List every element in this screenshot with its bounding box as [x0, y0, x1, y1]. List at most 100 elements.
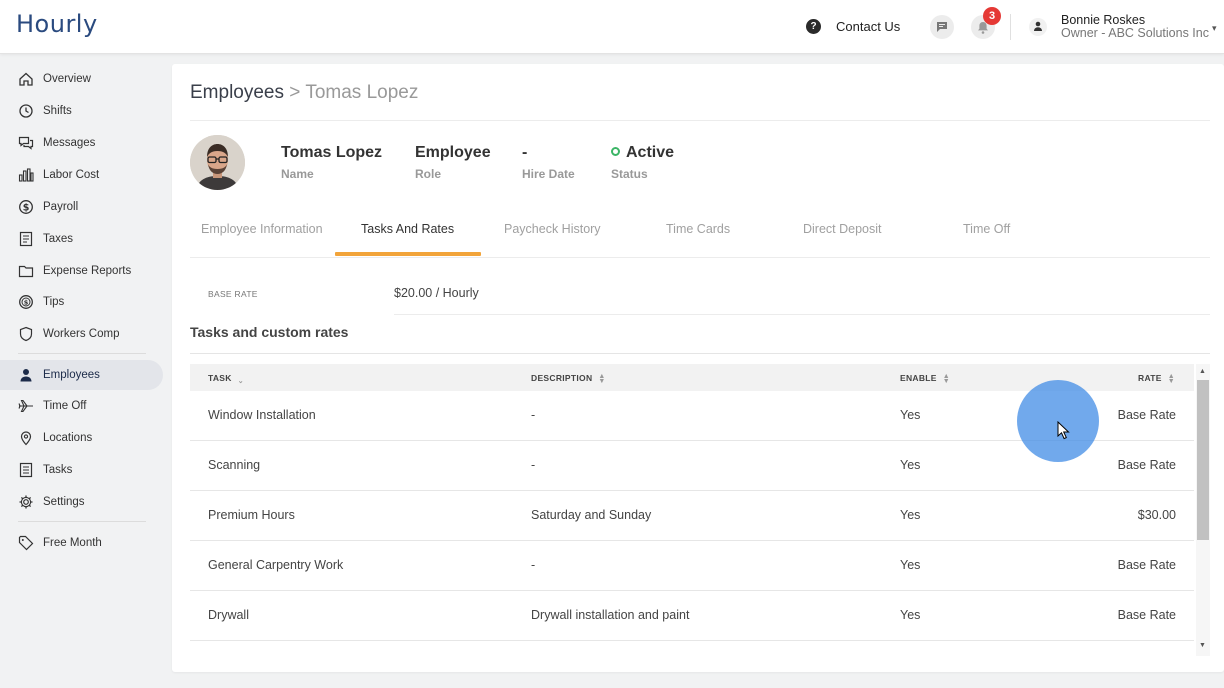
scroll-down-icon[interactable]: ▼	[1199, 642, 1206, 649]
sidebar-item-label: Tasks	[43, 464, 73, 476]
sidebar-item-shifts[interactable]: Shifts	[0, 96, 163, 126]
employee-name-field: Tomas Lopez Name	[281, 144, 382, 181]
tab-paycheck-history[interactable]: Paycheck History	[504, 222, 601, 258]
sidebar-item-locations[interactable]: Locations	[0, 423, 163, 453]
employee-role: Employee	[415, 144, 491, 161]
dollar-icon: $	[19, 200, 33, 214]
breadcrumb: Employees > Tomas Lopez	[190, 82, 418, 104]
sidebar-item-label: Shifts	[43, 105, 72, 117]
sidebar-item-label: Overview	[43, 73, 91, 85]
tab-employee-information[interactable]: Employee Information	[201, 222, 323, 258]
status-label: Status	[611, 167, 648, 181]
sidebar-item-label: Tips	[43, 296, 65, 308]
header-divider	[1010, 14, 1011, 40]
sidebar-item-tips[interactable]: $ Tips	[0, 287, 163, 317]
scroll-up-icon[interactable]: ▲	[1199, 368, 1206, 375]
task-name: General Carpentry Work	[208, 558, 344, 572]
sort-desc-icon[interactable]: ⌄	[238, 378, 244, 385]
chat-icon[interactable]	[930, 15, 954, 39]
table-row[interactable]: Drywall Drywall installation and paint Y…	[190, 591, 1194, 641]
tab-direct-deposit[interactable]: Direct Deposit	[803, 222, 882, 258]
column-header-description[interactable]: DESCRIPTION ▲ ▼	[531, 373, 606, 385]
employee-role-label: Role	[415, 167, 442, 181]
column-header-rate[interactable]: RATE ▲ ▼	[1138, 373, 1175, 385]
task-description: -	[531, 458, 536, 472]
task-enable: Yes	[900, 508, 921, 522]
user-menu-caret-icon[interactable]: ▾	[1212, 23, 1217, 34]
sidebar-item-label: Locations	[43, 432, 93, 444]
hire-date-label: Hire Date	[522, 167, 575, 181]
sidebar-item-payroll[interactable]: $ Payroll	[0, 192, 163, 222]
task-enable: Yes	[900, 608, 921, 622]
sidebar-item-expense-reports[interactable]: Expense Reports	[0, 256, 163, 286]
bar-chart-icon	[18, 168, 34, 182]
sidebar-item-settings[interactable]: Settings	[0, 487, 163, 517]
tag-icon	[18, 535, 34, 551]
task-description: Drywall installation and paint	[531, 608, 690, 622]
divider	[190, 353, 1210, 354]
status-value: Active	[626, 144, 675, 161]
task-rate: Base Rate	[1117, 558, 1176, 572]
messages-icon	[18, 136, 34, 150]
notification-badge: 3	[983, 7, 1001, 25]
task-enable: Yes	[900, 458, 921, 472]
active-tab-indicator	[335, 252, 481, 256]
svg-text:$: $	[24, 299, 29, 307]
task-rate: Base Rate	[1117, 408, 1176, 422]
task-rate: $30.00	[1137, 508, 1176, 522]
hire-date: -	[522, 144, 528, 161]
status-field: Active Status	[611, 144, 674, 181]
scrollbar-thumb[interactable]	[1197, 380, 1209, 540]
sort-icon[interactable]: ▲ ▼	[1168, 373, 1175, 385]
column-header-task[interactable]: TASK ⌄	[208, 373, 244, 385]
sidebar-item-messages[interactable]: Messages	[0, 128, 163, 158]
mouse-cursor-icon	[1057, 421, 1070, 440]
sidebar-item-label: Messages	[43, 137, 96, 149]
task-name: Premium Hours	[208, 508, 295, 522]
tasks-section-title: Tasks and custom rates	[190, 324, 349, 340]
employee-name-label: Name	[281, 167, 314, 181]
sidebar-item-workers-comp[interactable]: Workers Comp	[0, 319, 163, 349]
sidebar-item-labor-cost[interactable]: Labor Cost	[0, 160, 163, 190]
user-avatar[interactable]	[1029, 18, 1047, 36]
task-enable: Yes	[900, 558, 921, 572]
sidebar-item-label: Taxes	[43, 233, 74, 245]
shield-icon	[19, 326, 33, 342]
gear-icon	[19, 495, 33, 509]
folder-icon	[18, 265, 34, 278]
sort-icon[interactable]: ▲ ▼	[943, 373, 950, 385]
sidebar: Overview Shifts Messages Labor Cost $ Pa…	[0, 54, 164, 688]
user-name[interactable]: Bonnie Roskes	[1061, 13, 1145, 27]
divider	[190, 120, 1210, 121]
app-logo[interactable]: Hourly	[16, 10, 98, 38]
sidebar-item-tasks[interactable]: Tasks	[0, 455, 163, 485]
task-description: -	[531, 558, 536, 572]
sidebar-item-taxes[interactable]: Taxes	[0, 224, 163, 254]
tab-time-cards[interactable]: Time Cards	[666, 222, 730, 258]
document-icon	[19, 231, 33, 247]
user-role: Owner - ABC Solutions Inc	[1061, 26, 1209, 40]
contact-us-link[interactable]: Contact Us	[836, 19, 900, 34]
table-row[interactable]: Premium Hours Saturday and Sunday Yes $3…	[190, 491, 1194, 541]
employee-role-field: Employee Role	[415, 144, 491, 181]
status-dot-icon	[611, 147, 620, 156]
sort-icon[interactable]: ▲ ▼	[598, 373, 605, 385]
breadcrumb-employees-link[interactable]: Employees	[190, 82, 284, 103]
breadcrumb-separator: >	[289, 82, 301, 103]
sidebar-item-overview[interactable]: Overview	[0, 64, 163, 94]
task-enable: Yes	[900, 408, 921, 422]
help-icon[interactable]: ?	[806, 19, 821, 34]
column-header-enable[interactable]: ENABLE ▲ ▼	[900, 373, 950, 385]
breadcrumb-current: Tomas Lopez	[305, 82, 419, 103]
sidebar-item-time-off[interactable]: Time Off	[0, 391, 163, 421]
sidebar-item-free-month[interactable]: Free Month	[0, 528, 163, 558]
sidebar-item-label: Workers Comp	[43, 328, 120, 340]
tab-time-off[interactable]: Time Off	[963, 222, 1010, 258]
task-name: Scanning	[208, 458, 261, 472]
base-rate-value[interactable]: $20.00 / Hourly	[394, 286, 479, 300]
top-bar: Hourly ? Contact Us 3 Bonnie Roskes Owne…	[0, 0, 1224, 54]
sidebar-divider	[18, 521, 146, 522]
table-row[interactable]: General Carpentry Work - Yes Base Rate	[190, 541, 1194, 591]
sidebar-item-label: Time Off	[43, 400, 87, 412]
sidebar-item-employees[interactable]: Employees	[0, 360, 163, 390]
